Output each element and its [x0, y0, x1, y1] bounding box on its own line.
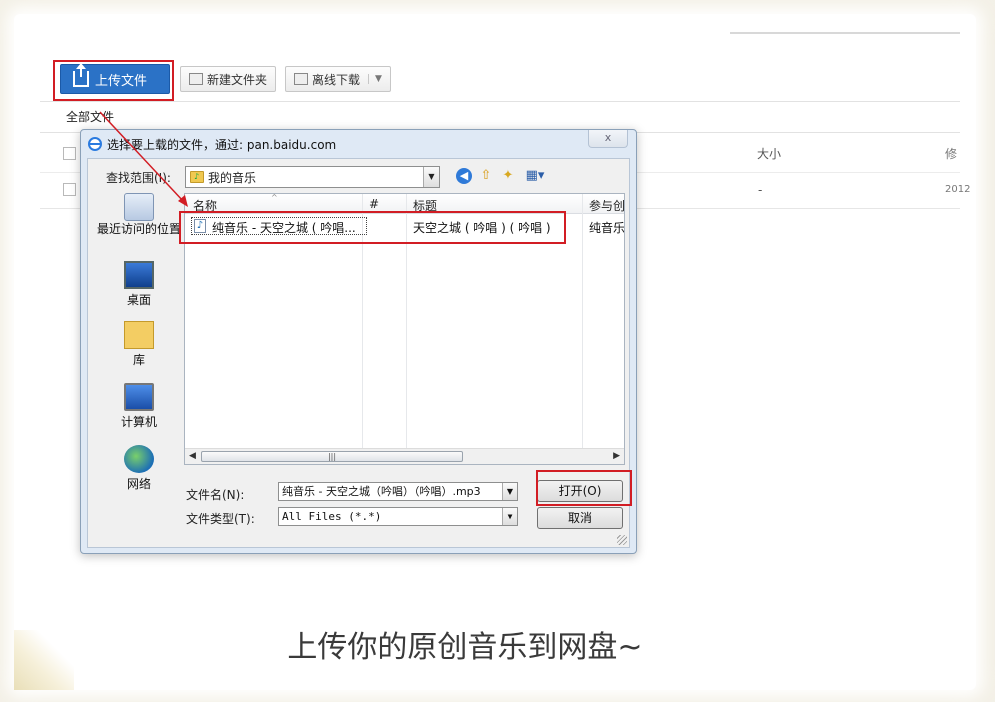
computer-icon — [124, 383, 154, 411]
chevron-down-icon[interactable]: ▼ — [502, 508, 517, 525]
highlight-upload-button — [53, 60, 174, 101]
place-label: 最近访问的位置 — [96, 222, 181, 236]
column-artist[interactable]: 参与创作 — [589, 197, 624, 214]
cancel-button[interactable]: 取消 — [537, 507, 623, 529]
resize-grip-icon[interactable] — [617, 535, 627, 545]
column-number[interactable]: # — [369, 197, 379, 211]
view-menu-icon[interactable]: ▦▾ — [522, 168, 548, 184]
file-type-label: 文件类型(T): — [186, 512, 255, 526]
recent-places-icon — [124, 193, 154, 221]
new-folder-label: 新建文件夹 — [207, 72, 268, 87]
place-computer[interactable]: 计算机 — [94, 383, 184, 430]
place-desktop[interactable]: 桌面 — [94, 261, 184, 308]
place-libraries[interactable]: 库 — [94, 321, 184, 368]
toolbar: 上传文件 新建文件夹 离线下载 ▼ — [40, 56, 960, 100]
close-button[interactable]: x — [588, 130, 628, 148]
file-name-input[interactable]: 纯音乐 - 天空之城（吟唱）（吟唱）.mp3 ▼ — [278, 482, 518, 501]
up-folder-icon[interactable]: ⇧ — [478, 168, 494, 184]
file-artist: 纯音乐 — [589, 221, 625, 235]
place-label: 库 — [132, 353, 145, 367]
look-in-dropdown[interactable]: ♪ 我的音乐 ▼ — [185, 166, 440, 188]
scroll-left-icon[interactable]: ◀ — [189, 451, 196, 461]
scrollbar-thumb[interactable]: ||| — [201, 451, 463, 462]
highlight-open-button — [536, 470, 632, 506]
dialog-titlebar[interactable]: 选择要上载的文件，通过: pan.baidu.com x — [81, 130, 636, 158]
scroll-right-icon[interactable]: ▶ — [613, 451, 620, 461]
new-folder-icon — [189, 73, 203, 85]
breadcrumb[interactable]: 全部文件 — [66, 108, 114, 125]
horizontal-scrollbar[interactable]: ◀ ||| ▶ — [185, 448, 624, 464]
column-modified[interactable]: 修 — [945, 145, 957, 162]
chevron-down-icon[interactable]: ▼ — [502, 483, 517, 500]
file-type-value: All Files (*.*) — [282, 510, 382, 523]
music-folder-icon: ♪ — [190, 171, 204, 183]
back-icon[interactable]: ◀ — [456, 168, 472, 184]
place-label: 网络 — [126, 477, 151, 491]
toolbar-divider — [40, 101, 960, 102]
nav-toolbar: ◀ ⇧ ✦ ▦▾ — [456, 168, 548, 184]
new-folder-button[interactable]: 新建文件夹 — [180, 66, 277, 92]
place-recent[interactable]: 最近访问的位置 — [94, 193, 184, 236]
chevron-down-icon[interactable]: ▼ — [423, 167, 439, 187]
offline-download-button[interactable]: 离线下载 ▼ — [285, 66, 391, 92]
top-divider — [730, 32, 960, 34]
select-all-checkbox[interactable] — [63, 147, 76, 160]
file-name-value: 纯音乐 - 天空之城（吟唱）（吟唱）.mp3 — [282, 485, 481, 498]
network-icon — [124, 445, 154, 473]
row-checkbox[interactable] — [63, 183, 76, 196]
place-network[interactable]: 网络 — [94, 445, 184, 492]
highlight-selected-file — [179, 211, 566, 244]
look-in-label: 查找范围(I): — [106, 171, 171, 185]
column-size[interactable]: 大小 — [757, 145, 781, 162]
offline-download-icon — [294, 73, 308, 85]
place-label: 桌面 — [126, 293, 151, 307]
dialog-title: 选择要上载的文件，通过: pan.baidu.com — [107, 138, 337, 152]
file-name-label: 文件名(N): — [186, 488, 245, 502]
ie-icon — [88, 137, 102, 151]
places-bar: 最近访问的位置 桌面 库 计算机 网络 — [94, 193, 184, 491]
chevron-down-icon[interactable]: ▼ — [368, 74, 382, 84]
look-in-value: 我的音乐 — [208, 170, 257, 185]
sort-ascending-icon: ^ — [271, 193, 278, 202]
row-date: 2012 — [945, 184, 971, 195]
caption-text: 上传你的原创音乐到网盘~ — [287, 630, 643, 665]
offline-download-label: 离线下载 — [312, 72, 361, 87]
place-label: 计算机 — [120, 415, 157, 429]
file-type-select[interactable]: All Files (*.*) ▼ — [278, 507, 518, 526]
libraries-icon — [124, 321, 154, 349]
desktop-icon — [124, 261, 154, 289]
new-folder-icon[interactable]: ✦ — [500, 168, 516, 184]
row-size: - — [758, 183, 763, 197]
